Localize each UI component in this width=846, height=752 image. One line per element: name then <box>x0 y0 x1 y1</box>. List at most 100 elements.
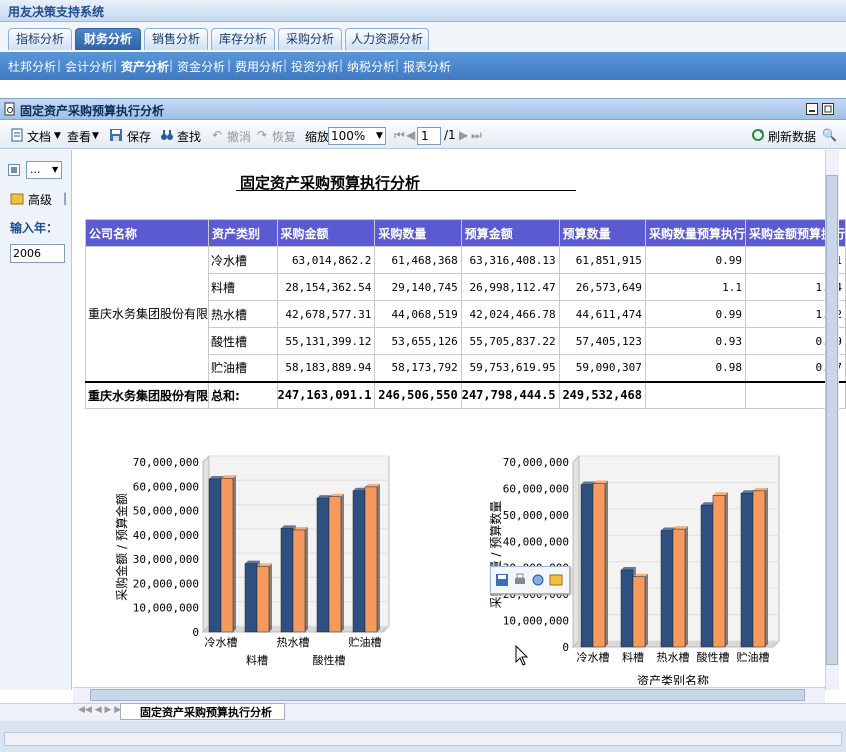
bar <box>580 484 594 648</box>
table-cell: 44,068,519 <box>374 300 462 328</box>
last-page-icon[interactable]: ⏭ <box>471 128 482 143</box>
subnav-accounting[interactable]: 会计分析 <box>65 58 113 75</box>
table-cell: 28,154,362.54 <box>276 273 376 301</box>
prev-page-icon[interactable]: ◀ <box>406 128 415 142</box>
y-tick-label: 40,000,000 <box>133 529 199 542</box>
spacer <box>0 80 846 98</box>
subnav-assets[interactable]: 资产分析 <box>121 58 169 75</box>
subnav-expenses[interactable]: 费用分析 <box>235 58 283 75</box>
table-cell: 1.1 <box>644 273 746 301</box>
first-page-icon[interactable]: ⏮ <box>394 128 405 143</box>
column-header[interactable]: 采购金额 <box>276 219 376 247</box>
y-tick-label: 70,000,000 <box>133 456 199 469</box>
image-icon[interactable] <box>549 573 563 587</box>
redo-icon[interactable]: ↷ <box>257 128 267 142</box>
subnav-separator: | <box>283 58 288 72</box>
x-tick-label: 料槽 <box>622 650 644 664</box>
search-icon[interactable]: 🔍 <box>822 128 837 142</box>
bar-side <box>377 483 380 632</box>
data-table: 公司名称 资产类别 采购金额 采购数量 预算金额 预算数量 采购数量预算执行 采… <box>84 219 846 409</box>
bar-side <box>765 487 768 647</box>
subnav-dupont[interactable]: 杜邦分析 <box>8 58 56 75</box>
save-button[interactable]: 保存 <box>127 128 151 145</box>
tab-hr-analysis[interactable]: 人力资源分析 <box>345 28 429 50</box>
x-tick-label: 料槽 <box>246 653 268 667</box>
tab-inventory-analysis[interactable]: 库存分析 <box>211 28 275 50</box>
title-underline <box>236 190 576 191</box>
bar-side <box>341 493 344 632</box>
bar-side <box>685 526 688 647</box>
bar <box>672 528 686 648</box>
bar <box>740 493 754 648</box>
undo-icon[interactable]: ↶ <box>212 128 222 142</box>
column-header[interactable]: 资产类别 <box>208 219 278 247</box>
app-title: 用友决策支持系统 <box>8 5 105 19</box>
advanced-icon[interactable] <box>10 192 24 206</box>
table-cell: 58,183,889.94 <box>276 354 376 382</box>
y-tick-label: 60,000,000 <box>503 482 569 495</box>
refresh-button[interactable]: 刷新数据 <box>768 128 816 145</box>
subnav-reports[interactable]: 报表分析 <box>403 58 451 75</box>
minimize-icon[interactable] <box>806 103 818 115</box>
chevron-down-icon[interactable]: ▼ <box>54 131 61 141</box>
chevron-down-icon[interactable]: ▼ <box>92 131 99 141</box>
window-horizontal-scrollbar[interactable] <box>4 732 842 746</box>
x-tick-label: 冷水槽 <box>205 636 238 649</box>
table-cell: 料槽 <box>208 273 278 301</box>
total-cell: 246,506,550 <box>374 380 462 409</box>
x-tick-label: 热水槽 <box>657 651 690 664</box>
y-tick-label: 0 <box>562 641 569 654</box>
column-header[interactable]: 公司名称 <box>84 219 210 247</box>
export-icon[interactable] <box>531 573 545 587</box>
bar <box>292 529 306 633</box>
print-icon[interactable] <box>513 573 527 587</box>
subnav-tax[interactable]: 纳税分析 <box>347 58 395 75</box>
tab-finance-analysis[interactable]: 财务分析 <box>75 28 141 50</box>
view-menu[interactable]: 查看 <box>67 128 91 145</box>
zoom-label: 缩放 <box>305 130 330 144</box>
advanced-button[interactable]: 高级 <box>28 191 52 208</box>
table-cell: 0.93 <box>644 327 746 355</box>
report-icon <box>4 102 15 116</box>
column-header[interactable]: 采购数量预算执行 <box>644 219 746 247</box>
zoom-value: 100% <box>331 129 366 143</box>
table-row: 重庆水务集团股份有限 冷水槽 63,014,862.2 61,468,368 6… <box>84 246 846 382</box>
bar <box>208 478 222 633</box>
total-label: 总和: <box>208 380 278 409</box>
column-header[interactable]: 采购数量 <box>374 219 462 247</box>
tab-sales-analysis[interactable]: 销售分析 <box>144 28 208 50</box>
subnav-investment[interactable]: 投资分析 <box>291 58 339 75</box>
chevron-down-icon[interactable]: ▼ <box>52 165 58 174</box>
binoculars-icon[interactable] <box>160 128 174 142</box>
expand-icon[interactable] <box>8 164 20 176</box>
title-bar <box>0 0 846 22</box>
maximize-icon[interactable] <box>822 103 834 115</box>
bar <box>632 576 646 648</box>
next-page-icon[interactable]: ▶ <box>459 128 468 142</box>
column-header[interactable]: 预算数量 <box>558 219 646 247</box>
tab-indicator-analysis[interactable]: 指标分析 <box>8 28 72 50</box>
y-tick-label: 40,000,000 <box>503 535 569 548</box>
y-tick-label: 60,000,000 <box>133 480 199 493</box>
tab-purchase-analysis[interactable]: 采购分析 <box>278 28 342 50</box>
sheet-tab-label: 固定资产采购预算执行分析 <box>140 706 272 719</box>
save-icon[interactable] <box>109 128 123 142</box>
find-button[interactable]: 查找 <box>177 128 201 145</box>
chevron-down-icon[interactable]: ▼ <box>376 131 383 141</box>
mouse-cursor-icon <box>515 645 529 666</box>
save-icon[interactable] <box>495 573 509 587</box>
table-cell: 29,140,745 <box>374 273 462 301</box>
bar-side <box>605 480 608 647</box>
vertical-scroll-thumb[interactable] <box>826 175 838 665</box>
undo-button[interactable]: 撤消 <box>227 128 251 145</box>
y-tick-label: 70,000,000 <box>503 456 569 469</box>
refresh-icon[interactable] <box>751 128 765 142</box>
redo-button[interactable]: 恢复 <box>272 128 296 145</box>
horizontal-scroll-thumb[interactable] <box>90 689 805 701</box>
doc-menu[interactable]: 文档 <box>27 128 51 145</box>
subnav-separator: | <box>395 58 400 72</box>
subnav-funds[interactable]: 资金分析 <box>177 58 225 75</box>
column-header[interactable]: 预算金额 <box>460 219 560 247</box>
table-cell: 59,753,619.95 <box>460 354 560 382</box>
subnav-separator: | <box>227 58 232 72</box>
